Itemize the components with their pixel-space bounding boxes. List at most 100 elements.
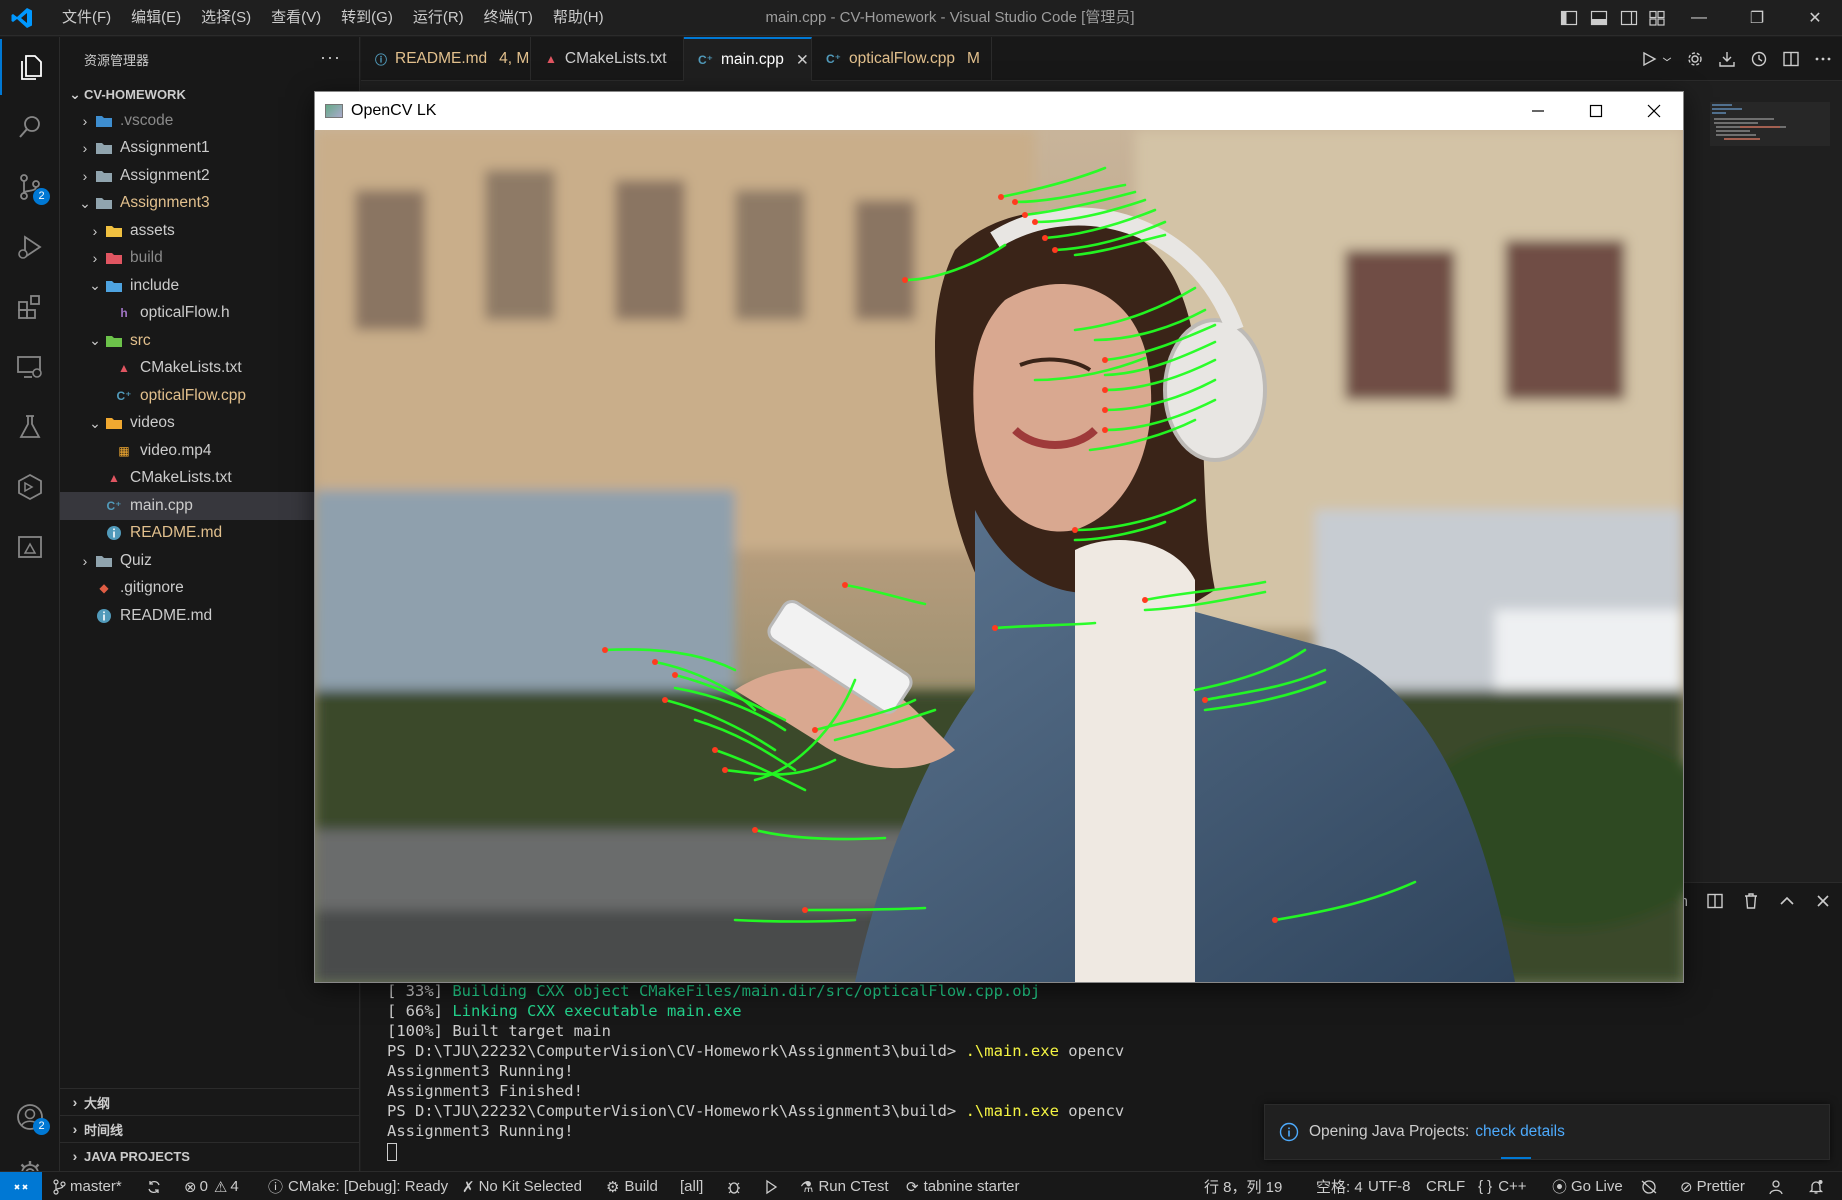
editor-tab[interactable]: C⁺ opticalFlow.cpp M — [812, 37, 992, 81]
run-ctest-button[interactable]: ⚗ Run CTest — [800, 1172, 888, 1200]
folder-src-icon — [104, 332, 124, 350]
close-tab-icon[interactable]: ✕ — [796, 51, 809, 70]
error-count: 0 — [199, 1178, 208, 1195]
branch-name: master* — [70, 1178, 122, 1195]
build-button[interactable]: ⚙ Build — [606, 1172, 658, 1200]
prettier-status[interactable]: ⊘ Prettier — [1680, 1172, 1745, 1200]
tree-item-label: README.md — [120, 606, 213, 624]
save-download-icon[interactable] — [1718, 50, 1736, 68]
java-projects-section[interactable]: › JAVA PROJECTS — [60, 1142, 360, 1169]
end-of-line[interactable]: CRLF — [1426, 1172, 1465, 1200]
history-icon[interactable] — [1750, 50, 1768, 68]
branch-status[interactable]: master* — [52, 1172, 122, 1200]
encoding[interactable]: UTF-8 — [1368, 1172, 1411, 1200]
terminal-line: [ 33%] Building CXX object CMakeFiles/ma… — [387, 981, 1124, 1001]
menu-view[interactable]: 查看(V) — [261, 0, 331, 36]
sidebar-title: 资源管理器 — [84, 52, 150, 68]
minimize-icon[interactable]: — — [1672, 0, 1726, 36]
menu-selection[interactable]: 选择(S) — [191, 0, 261, 36]
search-icon[interactable] — [0, 99, 60, 155]
feedback-icon[interactable] — [1768, 1172, 1784, 1200]
run-icon[interactable] — [1640, 50, 1658, 68]
tree-item-label: CMakeLists.txt — [130, 469, 232, 487]
minimap[interactable] — [1710, 102, 1830, 172]
editor-tab[interactable]: ⓘ README.md 4, M — [361, 37, 531, 81]
editor-tab[interactable]: ▲ CMakeLists.txt — [531, 37, 684, 81]
toggle-secondary-sidebar-icon[interactable] — [1620, 9, 1638, 27]
terminal-text: opencv — [1058, 1102, 1125, 1120]
tree-item-label: opticalFlow.cpp — [140, 386, 246, 404]
opencv-titlebar[interactable]: OpenCV LK — [315, 92, 1683, 130]
cmake-status[interactable]: ⓘ CMake: [Debug]: Ready — [268, 1172, 448, 1200]
chevron-down-icon: ⌄ — [89, 277, 101, 294]
extensions-icon[interactable] — [0, 279, 60, 335]
menu-go[interactable]: 转到(G) — [331, 0, 403, 36]
java-projects-icon[interactable] — [0, 519, 60, 575]
check-details-link[interactable]: check details — [1475, 1123, 1565, 1141]
menu-file[interactable]: 文件(F) — [52, 0, 121, 36]
menu-edit[interactable]: 编辑(E) — [121, 0, 191, 36]
indentation[interactable]: 空格: 4 — [1316, 1172, 1363, 1200]
editor-tab[interactable]: C⁺ main.cpp ✕ — [684, 37, 812, 81]
sync-icon[interactable] — [146, 1172, 162, 1200]
accounts-icon[interactable]: 2 — [0, 1089, 60, 1145]
go-live-button[interactable]: ⦿ Go Live — [1552, 1172, 1623, 1200]
remote-explorer-icon[interactable] — [0, 339, 60, 395]
git-icon: ◆ — [99, 581, 109, 596]
copilot-disabled-icon[interactable] — [1640, 1172, 1658, 1200]
gear-icon[interactable] — [1686, 50, 1704, 68]
info-icon — [104, 524, 124, 542]
opencv-maximize-icon[interactable] — [1567, 92, 1625, 130]
sidebar-bottom-sections: › 大纲 › 时间线 › JAVA PROJECTS — [60, 1088, 360, 1169]
tabnine-status[interactable]: ⟳ tabnine starter — [906, 1172, 1019, 1200]
opencv-minimize-icon[interactable] — [1509, 92, 1567, 130]
outline-label: 大纲 — [84, 1095, 111, 1111]
restore-icon[interactable]: ❐ — [1730, 0, 1784, 36]
source-control-icon[interactable]: 2 — [0, 159, 60, 215]
toggle-panel-icon[interactable] — [1590, 9, 1608, 27]
opencv-close-icon[interactable] — [1625, 92, 1683, 130]
split-terminal-icon[interactable] — [1706, 892, 1724, 910]
trash-icon[interactable] — [1742, 892, 1760, 910]
kit-status[interactable]: ✗ No Kit Selected — [462, 1172, 582, 1200]
outline-section[interactable]: › 大纲 — [60, 1088, 360, 1115]
status-bar: master* ⊗ 0 ⚠ 4 ⓘ CMake: [Debug]: Ready … — [0, 1171, 1842, 1200]
customize-layout-icon[interactable] — [1648, 9, 1666, 27]
split-editor-icon[interactable] — [1782, 50, 1800, 68]
testing-icon[interactable] — [0, 399, 60, 455]
opencv-window[interactable]: OpenCV LK — [314, 91, 1684, 983]
tab-status: M — [966, 50, 980, 67]
tree-item-label: build — [130, 249, 163, 267]
info-icon — [1279, 1122, 1299, 1142]
run-debug-icon[interactable] — [0, 219, 60, 275]
toggle-sidebar-icon[interactable] — [1560, 9, 1578, 27]
panel-actions: ain — [1668, 883, 1832, 919]
chevron-down-icon: ⌄ — [79, 194, 91, 211]
timeline-section[interactable]: › 时间线 — [60, 1115, 360, 1142]
notifications-bell-icon[interactable] — [1808, 1172, 1824, 1200]
tree-item-label: CMakeLists.txt — [140, 359, 242, 377]
remote-indicator[interactable] — [0, 1172, 42, 1200]
problems-status[interactable]: ⊗ 0 ⚠ 4 — [184, 1172, 239, 1200]
terminal-output[interactable]: [ 33%] Building CXX object CMakeFiles/ma… — [387, 981, 1124, 1161]
chevron-right-icon: › — [72, 1148, 78, 1164]
activity-bar: 2 2 — [0, 37, 60, 1185]
notification-toast[interactable]: Opening Java Projects: check details — [1264, 1104, 1830, 1160]
close-icon[interactable]: ✕ — [1788, 0, 1842, 36]
menu-run[interactable]: 运行(R) — [403, 0, 474, 36]
close-panel-icon[interactable] — [1814, 892, 1832, 910]
cursor-position[interactable]: 行 8，列 19 — [1204, 1172, 1282, 1200]
maximize-panel-icon[interactable] — [1778, 892, 1796, 910]
debug-icon[interactable] — [726, 1172, 742, 1200]
launch-icon[interactable] — [764, 1172, 778, 1200]
tree-item-label: README.md — [130, 524, 223, 542]
explorer-icon[interactable] — [0, 39, 60, 95]
build-target[interactable]: [all] — [680, 1172, 703, 1200]
notification-message: Opening Java Projects: — [1309, 1123, 1470, 1140]
more-actions-icon[interactable] — [1814, 50, 1832, 68]
run-dropdown-icon[interactable] — [1662, 50, 1672, 68]
menu-terminal[interactable]: 终端(T) — [474, 0, 543, 36]
more-actions-icon[interactable]: ··· — [320, 47, 341, 68]
language-mode[interactable]: { } C++ — [1478, 1172, 1527, 1200]
cmake-icon[interactable] — [0, 459, 60, 515]
